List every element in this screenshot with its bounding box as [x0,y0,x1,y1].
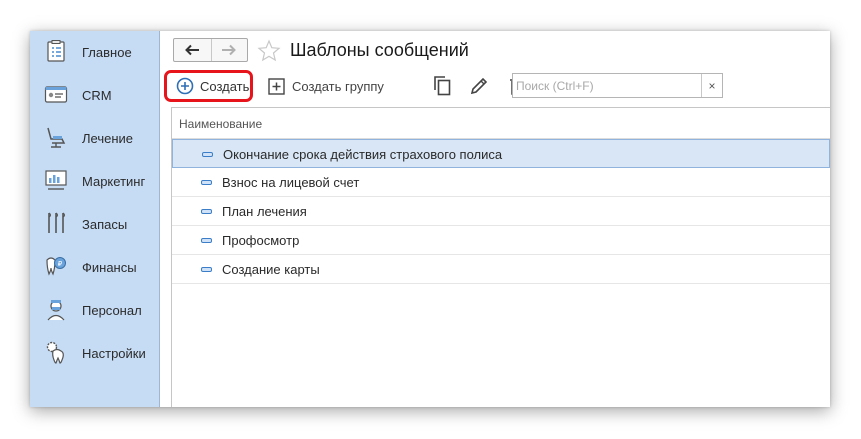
plus-square-icon [268,77,285,95]
dental-chart-icon [47,40,65,62]
item-icon [201,180,212,185]
sidebar-item-settings[interactable]: Настройки [30,332,160,375]
sidebar-item-label: Главное [82,45,132,60]
create-group-button[interactable]: Создать группу [268,74,384,98]
column-header-name[interactable]: Наименование [179,117,262,131]
sidebar-item-finance[interactable]: ₽ Финансы [30,246,160,289]
sidebar-item-label: Персонал [82,303,142,318]
history-nav [173,38,248,62]
sidebar-item-staff[interactable]: Персонал [30,289,160,332]
tooth-gear-icon [46,341,64,364]
back-button[interactable] [174,39,211,61]
sidebar-item-label: Маркетинг [82,174,146,189]
id-card-icon [44,86,68,103]
item-icon [201,238,212,243]
row-name: Создание карты [222,262,320,277]
row-name: План лечения [222,204,307,219]
edit-button[interactable] [466,73,492,99]
row-name: Окончание срока действия страхового поли… [223,147,503,162]
table-row[interactable]: Взнос на лицевой счет [172,168,830,197]
sidebar-item-main[interactable]: Главное [30,31,160,74]
search-box: × [512,73,723,98]
forward-button[interactable] [210,39,248,61]
table-header: Наименование [172,108,830,139]
row-name: Взнос на лицевой счет [222,175,360,190]
row-name: Профосмотр [222,233,300,248]
table-row[interactable]: Профосмотр [172,226,830,255]
doctor-icon [47,300,65,321]
templates-table: Наименование Окончание срока действия ст… [171,107,830,407]
create-button[interactable]: Создать [176,74,249,98]
sidebar: Главное CRM Лечение Маркетинг Запасы ₽ Ф… [30,31,160,407]
create-button-label: Создать [200,78,250,94]
presentation-board-icon [45,170,67,190]
tooth-coin-icon: ₽ [46,257,66,276]
sidebar-item-crm[interactable]: CRM [30,74,160,117]
item-icon [201,209,212,214]
sidebar-item-label: Запасы [82,217,128,232]
sidebar-item-inventory[interactable]: Запасы [30,203,160,246]
arrow-left-icon [185,44,200,56]
create-group-label: Создать группу [292,78,384,94]
table-row[interactable]: План лечения [172,197,830,226]
search-clear-button[interactable]: × [701,74,722,97]
sidebar-item-label: CRM [82,88,112,103]
search-input[interactable] [513,74,701,97]
main-panel: Шаблоны сообщений Создать Создать группу [161,31,830,407]
plus-circle-icon [176,77,194,95]
table-row[interactable]: Окончание срока действия страхового поли… [172,139,830,168]
app-window: Главное CRM Лечение Маркетинг Запасы ₽ Ф… [30,31,830,407]
item-icon [202,152,213,157]
sidebar-item-label: Настройки [82,346,146,361]
arrow-right-icon [222,44,237,56]
sidebar-item-label: Финансы [82,260,137,275]
pencil-icon [470,77,488,95]
dental-tools-icon [48,212,66,233]
sidebar-item-treatment[interactable]: Лечение [30,117,160,160]
page-title: Шаблоны сообщений [290,40,469,60]
dental-chair-icon [47,127,66,148]
item-icon [201,267,212,272]
copy-button[interactable] [429,73,455,99]
sidebar-item-marketing[interactable]: Маркетинг [30,160,160,203]
star-icon[interactable] [257,39,281,63]
copy-icon [434,76,451,96]
svg-text:₽: ₽ [58,260,63,268]
sidebar-item-label: Лечение [82,131,134,146]
table-row[interactable]: Создание карты [172,255,830,284]
